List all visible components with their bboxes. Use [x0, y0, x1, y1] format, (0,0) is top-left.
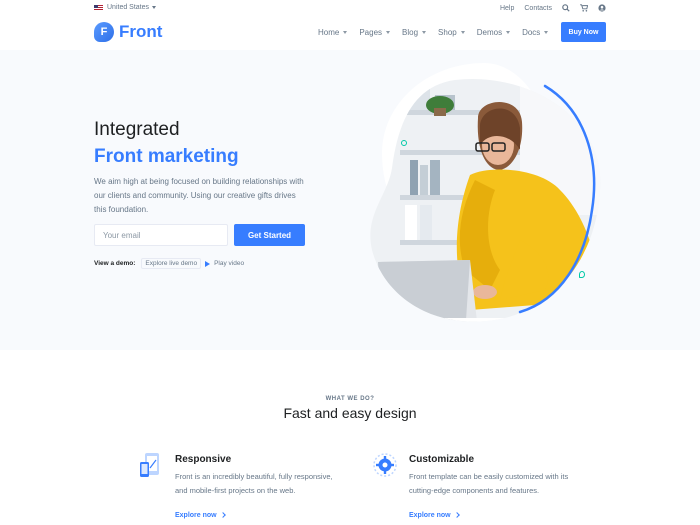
section-title: Fast and easy design	[283, 405, 417, 421]
play-icon	[205, 260, 211, 267]
settings-gear-icon	[372, 452, 398, 478]
hero-title-line1: Integrated	[94, 119, 180, 140]
chevron-right-icon	[453, 512, 460, 518]
hero-lead: We aim high at being focused on building…	[94, 177, 304, 214]
feature-title: Customizable	[409, 454, 475, 465]
link-label: Explore now	[175, 512, 217, 519]
get-started-button[interactable]: Get Started	[234, 224, 305, 246]
demo-label: View a demo:	[94, 260, 136, 267]
explore-live-demo-link[interactable]: Explore live demo	[141, 258, 202, 269]
feature-description: Front template can be easily customized …	[409, 472, 569, 495]
explore-now-link[interactable]: Explore now	[175, 512, 226, 519]
hero-title-line2: Front marketing	[94, 146, 239, 167]
feature-description: Front is an incredibly beautiful, fully …	[175, 472, 333, 495]
devices-icon	[138, 452, 164, 478]
play-video-link[interactable]: Play video	[205, 260, 244, 267]
chevron-right-icon	[219, 512, 226, 518]
demo-links: View a demo: Explore live demo Play vide…	[94, 258, 244, 269]
decorative-dot	[401, 140, 407, 146]
section-eyebrow: WHAT WE DO?	[325, 396, 375, 402]
decorative-dot	[579, 271, 585, 278]
feature-title: Responsive	[175, 454, 232, 465]
email-input[interactable]	[94, 224, 228, 246]
explore-now-link[interactable]: Explore now	[409, 512, 460, 519]
play-video-label: Play video	[214, 260, 245, 267]
link-label: Explore now	[409, 512, 451, 519]
